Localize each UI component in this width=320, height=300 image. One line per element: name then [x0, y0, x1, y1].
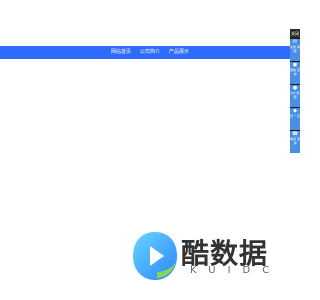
nav-home-link[interactable]: 网站首页: [111, 50, 131, 55]
sidebar-close-button[interactable]: 关闭: [290, 29, 300, 38]
top-nav-bar: 网站首页 公司简介 产品展示: [0, 46, 300, 59]
site-logo: 酷数据 KUIDC: [127, 228, 287, 288]
close-label: 关闭: [291, 30, 299, 36]
sidebar-item-phone[interactable]: ☎ 电话 咨询: [290, 131, 300, 153]
logo-mark-icon: [133, 232, 177, 280]
sidebar-item-label: 微信 咨询: [290, 68, 300, 76]
sidebar-item-label: 扫一 扫: [290, 114, 300, 118]
sidebar-item-scan[interactable]: ◆ 扫一 扫: [290, 108, 300, 130]
sidebar-item-label: QQ 客服: [290, 91, 300, 99]
nav-about-link[interactable]: 公司简介: [140, 50, 160, 55]
nav-products-link[interactable]: 产品展示: [169, 50, 189, 55]
sidebar-item-label: 在线 客服: [290, 45, 300, 53]
sidebar-item-qq[interactable]: ● QQ 客服: [290, 85, 300, 107]
sidebar-item-chat[interactable]: ✉ 在线 客服: [290, 39, 300, 61]
logo-subtitle: KUIDC: [190, 265, 282, 276]
floating-sidebar: 关闭 ✉ 在线 客服 ◼ 微信 咨询 ● QQ 客服 ◆ 扫一 扫 ☎ 电话 咨…: [290, 29, 300, 153]
sidebar-item-wechat-consult[interactable]: ◼ 微信 咨询: [290, 62, 300, 84]
sidebar-item-label: 电话 咨询: [290, 137, 300, 145]
